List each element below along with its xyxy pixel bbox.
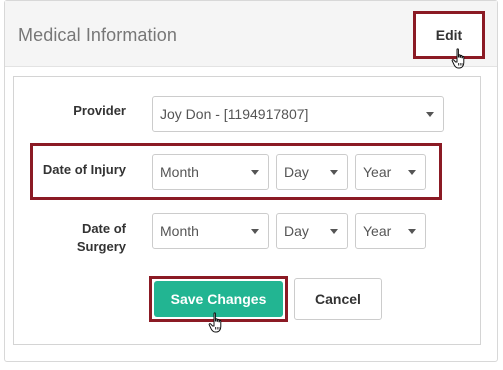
hand-pointer-icon [451,48,465,69]
injury-month-value: Month [160,164,199,180]
cancel-button[interactable]: Cancel [294,278,382,320]
page: Medical Information Edit Provider Joy Do… [0,0,503,370]
date-of-surgery-label-line1: Date of [81,221,126,236]
injury-year-select[interactable]: Year [355,154,426,190]
surgery-month-value: Month [160,223,199,239]
provider-select-value: Joy Don - [1194917807] [160,106,309,122]
caret-down-icon [408,170,416,175]
caret-down-icon [251,229,259,234]
edit-highlight-box: Edit [413,11,485,59]
surgery-day-value: Day [284,223,309,239]
caret-down-icon [408,229,416,234]
date-of-surgery-label-line2: Surgery [76,239,126,254]
surgery-day-select[interactable]: Day [276,213,348,249]
caret-down-icon [330,170,338,175]
caret-down-icon [251,170,259,175]
caret-down-icon [426,112,434,117]
surgery-year-value: Year [363,223,392,239]
hand-pointer-icon [208,312,222,333]
provider-label: Provider [73,103,126,118]
provider-select[interactable]: Joy Don - [1194917807] [152,96,444,132]
card-title: Medical Information [18,25,177,45]
injury-day-value: Day [284,164,309,180]
edit-button[interactable]: Edit [416,14,482,56]
date-of-surgery-label: Date of Surgery [60,220,126,256]
surgery-month-select[interactable]: Month [152,213,269,249]
caret-down-icon [330,229,338,234]
date-of-injury-label: Date of Injury [42,162,126,177]
injury-day-select[interactable]: Day [276,154,348,190]
injury-year-value: Year [363,164,392,180]
surgery-year-select[interactable]: Year [355,213,426,249]
injury-month-select[interactable]: Month [152,154,269,190]
card-header: Medical Information Edit [5,1,497,67]
